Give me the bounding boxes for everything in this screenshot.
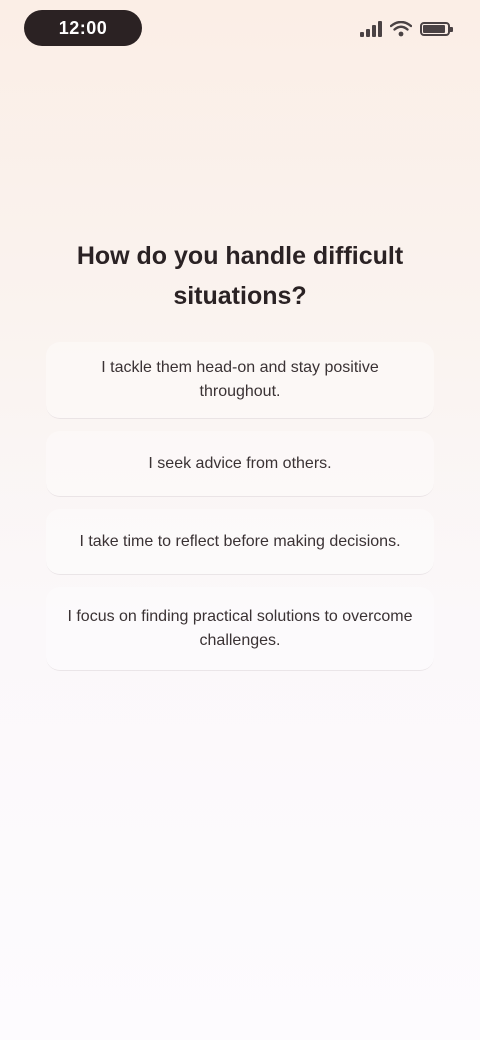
- status-icons: [360, 18, 453, 40]
- answer-option-4[interactable]: I focus on finding practical solutions t…: [46, 587, 434, 671]
- wifi-icon: [390, 21, 412, 37]
- signal-icon: [360, 21, 382, 37]
- answer-options: I tackle them head-on and stay positive …: [46, 342, 434, 671]
- answer-option-2[interactable]: I seek advice from others.: [46, 431, 434, 497]
- battery-icon: [420, 22, 453, 36]
- status-bar: 12:00: [0, 0, 480, 60]
- answer-option-1[interactable]: I tackle them head-on and stay positive …: [46, 342, 434, 419]
- quiz-question: How do you handle difficult situations?: [76, 242, 404, 310]
- battery-level: [423, 25, 445, 33]
- answer-option-3[interactable]: I take time to reflect before making dec…: [46, 509, 434, 575]
- status-time: 12:00: [24, 10, 142, 46]
